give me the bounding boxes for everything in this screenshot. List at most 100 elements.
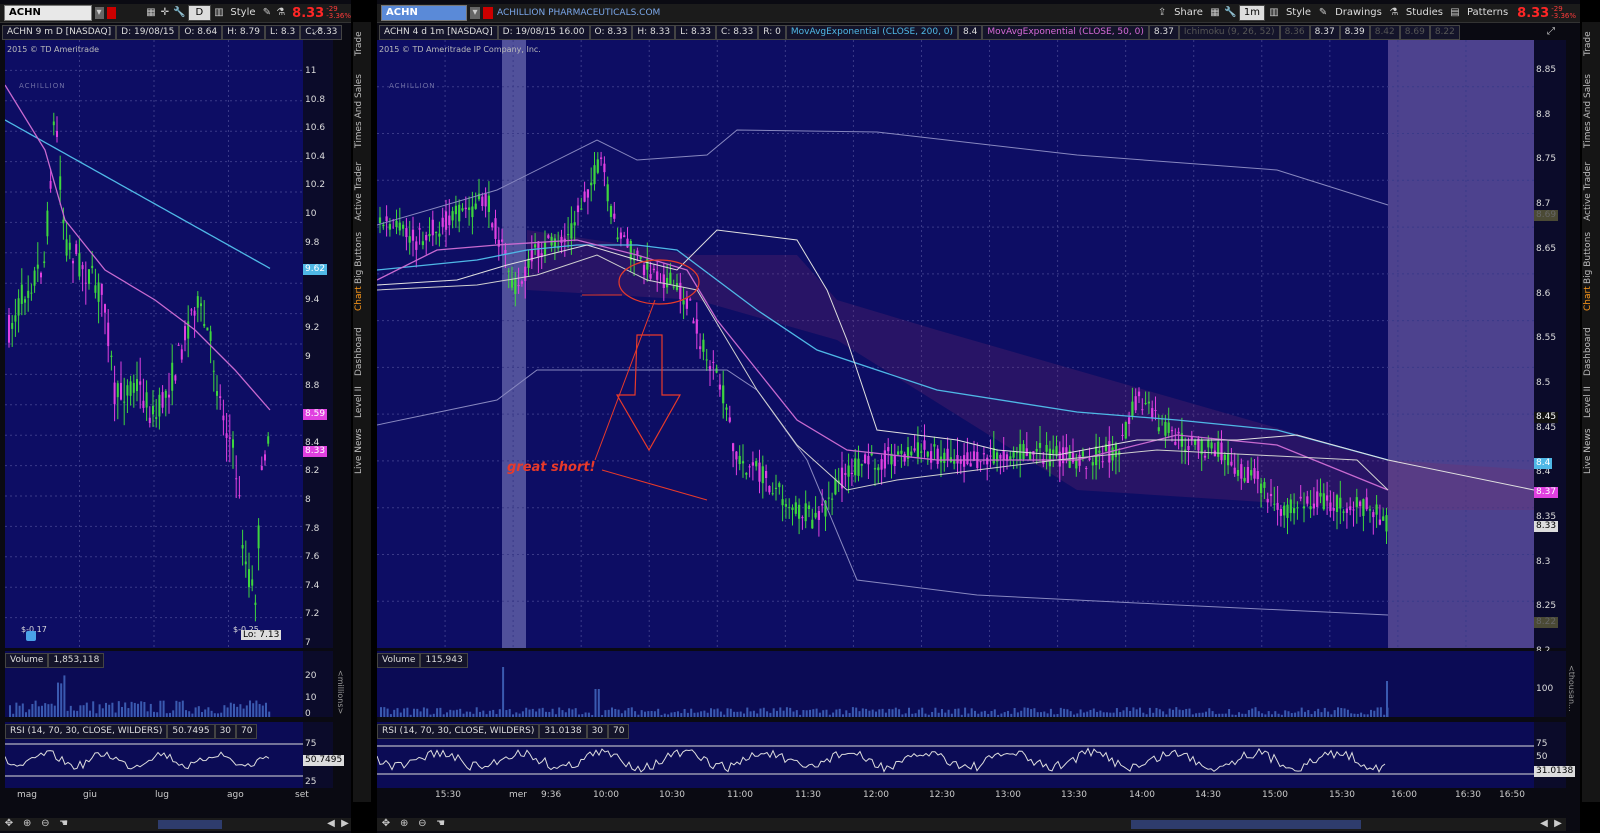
zoom-in-icon[interactable]: ⊕ — [398, 818, 410, 830]
volume-bar — [1092, 708, 1095, 717]
wrench-icon[interactable]: 🔧 — [1224, 7, 1236, 19]
intraday-price-plot[interactable]: 2015 © TD Ameritrade IP Company, Inc. AC… — [377, 40, 1534, 648]
scroll-left-icon[interactable]: ◀ — [1538, 818, 1550, 830]
sidebar-tab-level-ii[interactable]: Level II — [354, 384, 370, 420]
sidebar-tab-active-trader[interactable]: Active Trader — [1583, 158, 1599, 224]
copyright-text: 2015 © TD Ameritrade IP Company, Inc. — [379, 45, 541, 54]
rsi-label: RSI (14, 70, 30, CLOSE, WILDERS) — [5, 724, 168, 739]
volume-bar — [1287, 711, 1290, 717]
sidebar-tab-big-buttons[interactable]: Big Buttons — [354, 228, 370, 288]
sidebar-tab-trade[interactable]: Trade — [354, 28, 370, 60]
sidebar-tab-live-news[interactable]: Live News — [1583, 426, 1599, 476]
style-icon[interactable]: ▥ — [214, 7, 225, 19]
zoom-out-icon[interactable]: ⊖ — [416, 818, 428, 830]
scroll-right-icon[interactable]: ▶ — [1552, 818, 1564, 830]
drawings-button[interactable]: Drawings — [1332, 6, 1385, 20]
price-tick: 7 — [305, 638, 311, 648]
link-color-icon[interactable] — [106, 7, 116, 19]
price-change-percent: -3.36% — [1551, 12, 1576, 20]
wrench-icon[interactable]: 🔧 — [173, 7, 185, 19]
sidebar-tab-level-ii[interactable]: Level II — [1583, 384, 1599, 420]
volume-bar — [914, 713, 917, 717]
intraday-candle — [1233, 467, 1236, 474]
sidebar-tab-chart[interactable]: Chart — [1583, 284, 1599, 314]
intraday-price-axis[interactable]: 8.85 8.8 8.75 8.7 8.65 8.6 8.55 8.5 8.45 8.4 8.35 8… — [1534, 40, 1566, 656]
earnings-icon[interactable] — [26, 631, 36, 641]
volume-bar — [690, 708, 693, 717]
grid-icon[interactable]: ▦ — [1209, 7, 1221, 19]
volume-bar — [868, 710, 871, 717]
sidebar-tab-live-news[interactable]: Live News — [354, 426, 370, 476]
zoom-in-icon[interactable]: ⊕ — [21, 818, 33, 830]
hand-icon[interactable]: ☚ — [435, 818, 447, 830]
symbol-input[interactable]: ACHN — [381, 5, 467, 21]
pencil-icon[interactable]: ✎ — [262, 7, 273, 19]
scroll-left-icon[interactable]: ◀ — [325, 818, 337, 830]
period-button[interactable]: 1m — [1238, 5, 1265, 21]
daily-candle — [142, 400, 145, 408]
crosshair-icon[interactable]: ✛ — [159, 7, 170, 19]
daily-price-axis[interactable]: 1110.810.610.410.2109.89.69.49.298.88.68… — [303, 40, 333, 648]
intraday-candle — [491, 223, 494, 228]
style-button[interactable]: Style — [227, 6, 258, 20]
sidebar-tab-times-and-sales[interactable]: Times And Sales — [1583, 70, 1599, 152]
sidebar-tab-dashboard[interactable]: Dashboard — [1583, 324, 1599, 380]
zoom-out-icon[interactable]: ⊖ — [39, 818, 51, 830]
volume-bar — [426, 708, 429, 717]
intraday-volume-plot[interactable]: Volume 115,943 — [377, 651, 1534, 717]
price-tick: 8.8 — [1536, 109, 1551, 120]
intraday-candle — [689, 299, 692, 301]
share-button[interactable]: Share — [1171, 6, 1206, 20]
intraday-scroll-bar[interactable]: ✥ ⊕ ⊖ ☚ ◀ ▶ — [377, 818, 1566, 831]
maximize-icon[interactable]: ⤢ — [311, 26, 323, 38]
volume-bar — [802, 710, 805, 717]
symbol-dropdown-icon[interactable]: ▾ — [470, 7, 480, 19]
volume-bar — [729, 708, 732, 717]
volume-bar — [611, 707, 613, 717]
symbol-dropdown-icon[interactable]: ▾ — [94, 7, 104, 19]
intraday-candle — [1141, 409, 1144, 411]
intraday-rsi-plot[interactable]: RSI (14, 70, 30, CLOSE, WILDERS) 31.0138… — [376, 722, 1534, 788]
flask-icon[interactable]: ⚗ — [275, 7, 286, 19]
sidebar-tab-big-buttons[interactable]: Big Buttons — [1583, 228, 1599, 288]
sidebar-tab-trade[interactable]: Trade — [1583, 28, 1599, 60]
drawings-icon[interactable]: ✎ — [1317, 7, 1329, 19]
style-button[interactable]: Style — [1283, 6, 1314, 20]
volume-bar — [223, 705, 226, 717]
sidebar-tab-active-trader[interactable]: Active Trader — [354, 158, 370, 224]
sidebar-tab-dashboard[interactable]: Dashboard — [354, 324, 370, 380]
patterns-button[interactable]: Patterns — [1464, 6, 1511, 20]
daily-scroll-bar[interactable]: ✥ ⊕ ⊖ ☚ ◀ ▶ — [0, 818, 351, 831]
daily-rsi-plot[interactable]: RSI (14, 70, 30, CLOSE, WILDERS) 50.7495… — [4, 722, 303, 788]
volume-bar — [146, 711, 149, 717]
patterns-icon[interactable]: ▤ — [1449, 7, 1461, 19]
studies-button[interactable]: Studies — [1403, 6, 1446, 20]
volume-bar — [908, 707, 910, 717]
daily-price-plot[interactable]: 2015 © TD Ameritrade ACHILLION $-0.17 $-… — [5, 40, 303, 648]
period-button[interactable]: D — [188, 5, 211, 21]
pan-icon[interactable]: ✥ — [380, 818, 392, 830]
sidebar-tab-times-and-sales[interactable]: Times And Sales — [354, 70, 370, 152]
volume-bar — [191, 713, 194, 717]
hand-icon[interactable]: ☚ — [58, 818, 70, 830]
link-color-icon[interactable] — [483, 7, 493, 19]
daily-volume-plot[interactable]: Volume 1,853,118 — [5, 651, 303, 717]
pan-icon[interactable]: ✥ — [3, 818, 15, 830]
scroll-thumb[interactable] — [158, 820, 222, 829]
symbol-input[interactable]: ACHN — [4, 5, 92, 21]
volume-bar — [1353, 713, 1356, 717]
grid-icon[interactable]: ▦ — [146, 7, 157, 19]
studies-icon[interactable]: ⚗ — [1388, 7, 1400, 19]
sidebar-tab-chart[interactable]: Chart — [354, 284, 370, 314]
scroll-thumb[interactable] — [1131, 820, 1361, 829]
share-icon[interactable]: ⇪ — [1156, 7, 1168, 19]
intraday-candle — [435, 232, 438, 234]
style-icon[interactable]: ▥ — [1268, 7, 1280, 19]
daily-candle — [24, 299, 26, 303]
volume-bar — [538, 708, 541, 717]
volume-bar — [213, 713, 216, 717]
maximize-icon[interactable]: ⤢ — [1545, 26, 1557, 38]
volume-bar — [239, 704, 242, 717]
scroll-right-icon[interactable]: ▶ — [339, 818, 351, 830]
volume-bar — [937, 712, 940, 717]
